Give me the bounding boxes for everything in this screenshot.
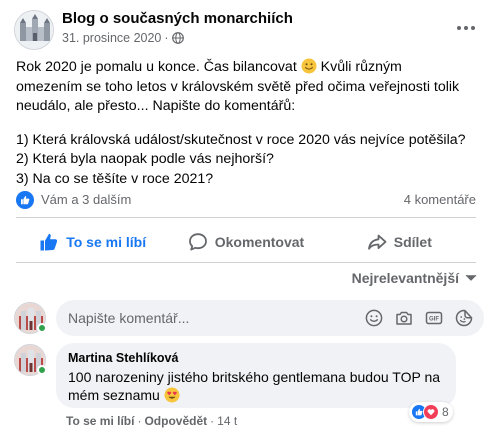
comment-button[interactable]: Okomentovat	[169, 223, 322, 261]
like-button[interactable]: To se mi líbí	[16, 223, 169, 261]
comment-button-label: Okomentovat	[214, 234, 305, 250]
comment-input[interactable]	[68, 308, 368, 328]
slightly-smiling-face-emoji	[301, 58, 317, 74]
comment-reaction-count: 8	[442, 405, 449, 419]
reactions-summary: Vám a 3 dalším 4 komentáře	[16, 190, 476, 210]
post-date[interactable]: 31. prosince 2020	[62, 31, 161, 45]
globe-icon	[171, 32, 184, 44]
camera-icon[interactable]	[394, 308, 414, 328]
comments-count[interactable]: 4 komentáře	[404, 192, 476, 207]
like-button-label: To se mi líbí	[66, 234, 147, 250]
comment-bubble: Martina Stehlíková 100 narozeniny jistéh…	[56, 343, 456, 408]
comment-sort-dropdown[interactable]: Nejrelevantnější	[352, 270, 477, 286]
sort-label: Nejrelevantnější	[351, 270, 459, 286]
like-reaction-icon[interactable]	[16, 191, 34, 209]
post-line-3: neudálo, ale přesto... Napište do koment…	[16, 98, 296, 114]
gif-icon[interactable]: GIF	[424, 308, 444, 328]
svg-text:GIF: GIF	[429, 317, 439, 323]
comment-composer: GIF	[56, 300, 484, 336]
love-reaction-icon	[423, 404, 439, 420]
comment-reactions[interactable]: 8	[409, 402, 453, 422]
post-question-1: 1) Která královská událost/skutečnost v …	[16, 131, 466, 148]
meta-separator: ·	[164, 31, 169, 45]
share-button[interactable]: Sdílet	[323, 223, 476, 261]
comment-author[interactable]: Martina Stehlíková	[68, 351, 444, 365]
post-line-1: Rok 2020 je pomalu u konce. Čas bilancov…	[16, 58, 402, 75]
chevron-down-icon	[465, 274, 477, 281]
post-line-2: omezením se toho letos v královském svět…	[16, 78, 460, 95]
page-name[interactable]: Blog o současných monarchiích	[62, 10, 293, 27]
comment-actions: To se mi líbí · Odpovědět · 14 t	[66, 414, 238, 428]
more-dots-icon	[457, 26, 475, 30]
comment-reply-link[interactable]: Odpovědět	[144, 414, 207, 428]
post-header: Blog o současných monarchiích 31. prosin…	[14, 8, 484, 52]
divider	[16, 217, 476, 218]
comment-text: 100 narozeniny jistého britského gentlem…	[68, 369, 441, 403]
share-arrow-icon	[367, 234, 387, 250]
divider	[16, 262, 476, 263]
comment-like-link[interactable]: To se mi líbí	[66, 414, 134, 428]
comment-icon	[188, 233, 207, 251]
composer-tools: GIF	[364, 308, 474, 328]
post-body: Rok 2020 je pomalu u konce. Čas bilancov…	[16, 58, 480, 189]
post-question-3: 3) Na co se těšíte v roce 2021?	[16, 170, 214, 187]
sticker-icon[interactable]	[454, 308, 474, 328]
reactions-text[interactable]: Vám a 3 dalším	[41, 192, 131, 207]
comment-time[interactable]: 14 t	[217, 414, 237, 428]
post-action-bar: To se mi líbí Okomentovat Sdílet	[16, 223, 476, 261]
post-meta: 31. prosince 2020 ·	[62, 31, 184, 45]
emoji-picker-icon[interactable]	[364, 308, 384, 328]
heart-eyes-emoji	[164, 387, 180, 403]
post-question-2: 2) Která byla naopak podle vás nejhorší?	[16, 151, 274, 167]
online-status-dot	[37, 365, 47, 375]
online-status-dot	[37, 323, 47, 333]
thumbs-up-icon	[40, 233, 58, 251]
page-avatar[interactable]	[14, 10, 54, 50]
share-button-label: Sdílet	[393, 234, 432, 250]
more-options-button[interactable]	[454, 18, 478, 38]
